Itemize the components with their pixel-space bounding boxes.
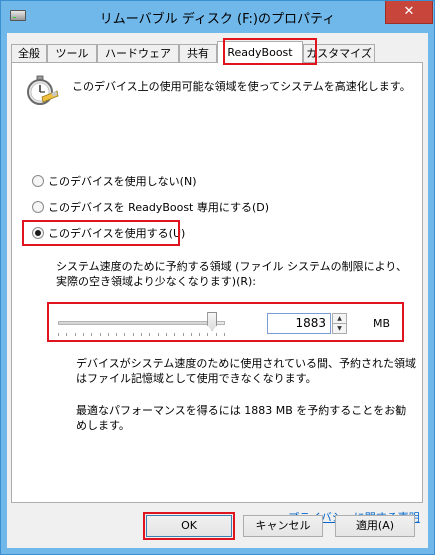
tab-tools[interactable]: ツール [47,44,97,62]
reserve-mb-input[interactable]: 1883 [267,313,331,334]
ok-button-highlight [143,512,235,540]
reserve-unit-label: MB [373,317,391,330]
reserve-slider-track[interactable] [58,321,225,325]
slider-tick [66,333,68,336]
reserve-slider-ticks [58,333,225,337]
tab-customize[interactable]: カスタマイズ [303,44,375,62]
slider-tick [224,333,225,336]
tab-hardware[interactable]: ハードウェア [97,44,179,62]
slider-tick [141,333,142,336]
slider-tick [107,333,109,336]
radio-dedicate[interactable] [32,201,44,213]
slider-tick [215,333,217,336]
properties-window: リムーバブル ディスク (F:)のプロパティ ✕ 全般 ツール ハードウェア 共… [0,0,435,555]
readyboost-description: このデバイス上の使用可能な領域を使ってシステムを高速化します。 [72,80,411,93]
slider-tick [132,333,134,336]
option-dedicate[interactable]: このデバイスを ReadyBoost 専用にする(D) [32,199,269,215]
spin-down-icon[interactable]: ▼ [333,324,346,333]
option-use-device-highlight [22,220,180,246]
slider-tick [174,333,176,336]
slider-tick [157,333,159,336]
reserve-space-label: システム速度のために予約する領域 (ファイル システムの制限により、実際の空き領… [56,260,407,288]
slider-tick [74,333,76,336]
option-dedicate-label: このデバイスを ReadyBoost 専用にする(D) [48,201,270,214]
radio-do-not-use[interactable] [32,175,44,187]
slider-tick [199,333,201,336]
slider-tick [91,333,93,336]
slider-tick [207,333,209,336]
slider-tick [149,333,151,336]
cancel-button[interactable]: キャンセル [243,515,323,537]
close-button[interactable]: ✕ [385,1,433,24]
dialog-body: 全般 ツール ハードウェア 共有 ReadyBoost カスタマイズ このデバイ… [7,33,428,548]
readyboost-panel: このデバイス上の使用可能な領域を使ってシステムを高速化します。 このデバイスを使… [11,62,423,524]
slider-tick [116,333,118,336]
tab-readyboost[interactable]: ReadyBoost [217,41,303,63]
slider-tick [124,333,126,336]
tab-general[interactable]: 全般 [11,44,47,62]
apply-button[interactable]: 適用(A) [335,515,415,537]
window-title: リムーバブル ディスク (F:)のプロパティ [99,12,336,27]
title-bar[interactable]: リムーバブル ディスク (F:)のプロパティ ✕ [1,1,434,33]
option-do-not-use[interactable]: このデバイスを使用しない(N) [32,173,196,189]
tab-sharing[interactable]: 共有 [179,44,217,62]
reserved-space-note: デバイスがシステム速度のために使用されている間、予約された領域はファイル記憶域と… [76,357,417,385]
reserve-slider-fill [59,322,216,324]
reserve-spinner[interactable]: ▲ ▼ [332,313,347,334]
slider-tick [165,333,167,336]
slider-tick [58,333,59,336]
slider-tick [99,333,101,336]
option-do-not-use-label: このデバイスを使用しない(N) [48,175,197,188]
readyboost-stopwatch-icon [27,75,59,105]
slider-tick [182,333,184,336]
spin-up-icon[interactable]: ▲ [333,314,346,324]
slider-tick [190,333,192,336]
recommendation-note: 最適なパフォーマンスを得るには 1883 MB を予約することをお勧めします。 [76,404,407,432]
slider-tick [82,333,84,336]
